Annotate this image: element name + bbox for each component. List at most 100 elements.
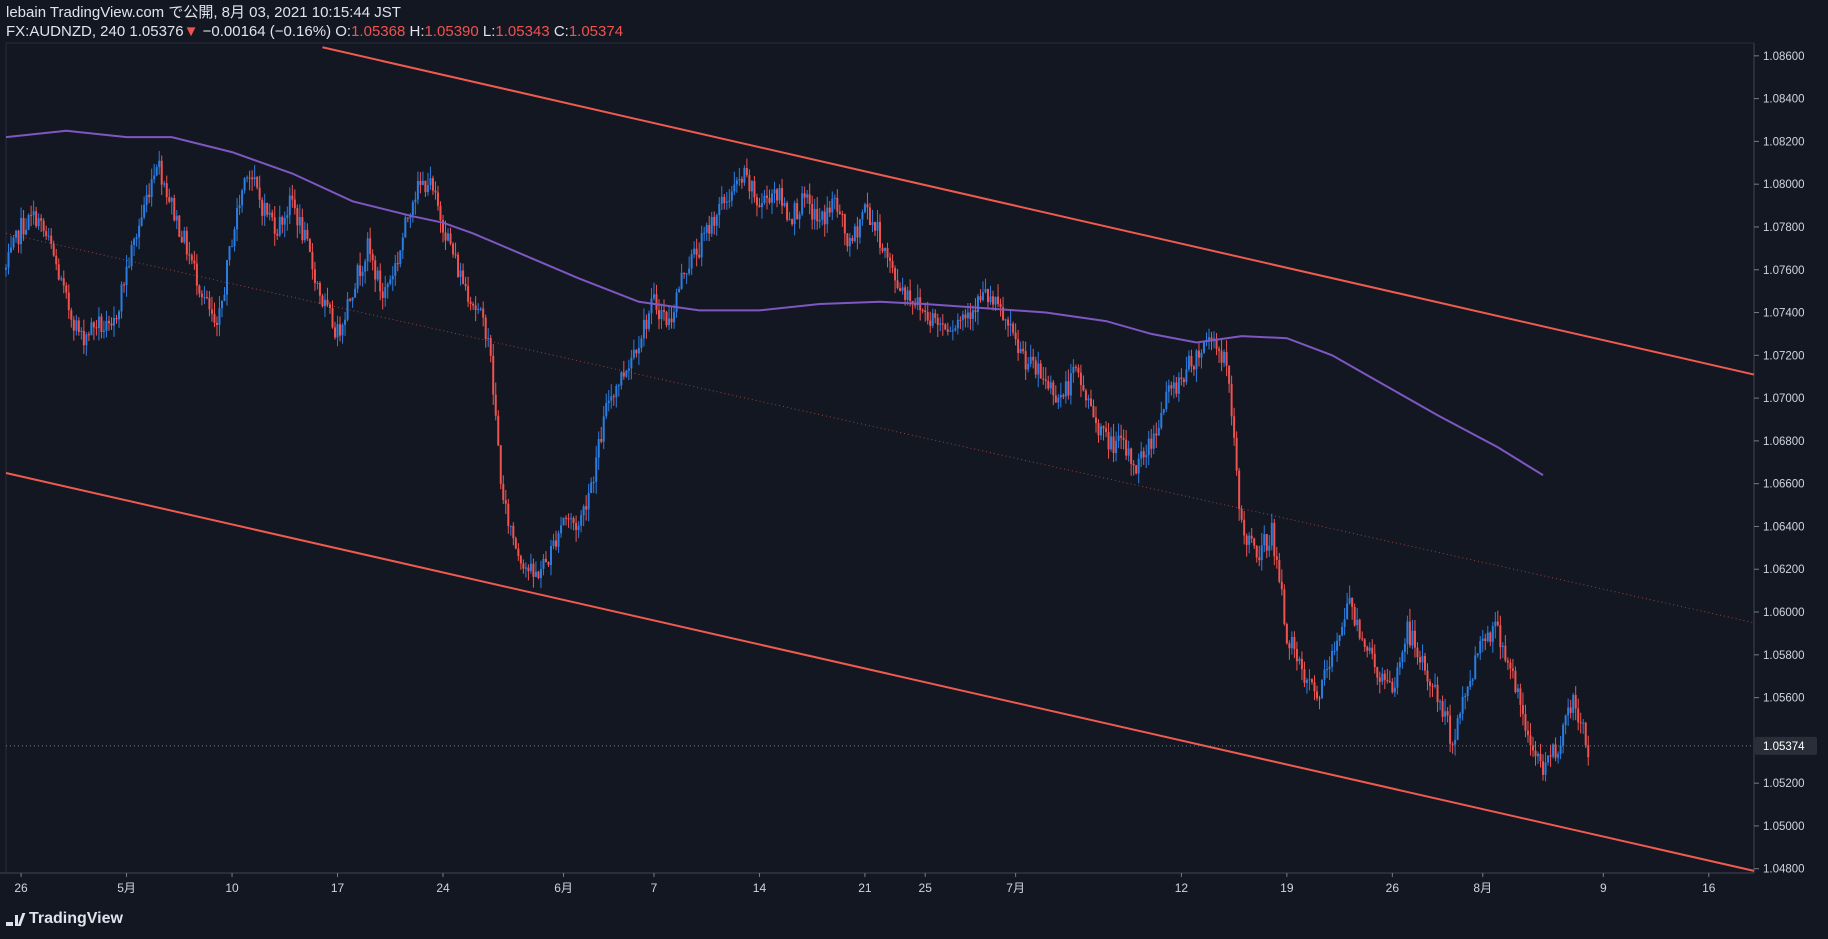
candle-body [1097,423,1100,436]
candle-body [213,313,216,323]
candle-body [102,330,105,333]
price-chart[interactable]: 1.08600 1.08400 1.08200 1.08000 1.07800 1.076… [0,0,1828,939]
candle-body [248,177,251,179]
candle-body [808,194,811,204]
candle-body [740,179,743,183]
candle-body [1386,679,1389,682]
candle-body [469,301,472,304]
candle-body [140,217,143,226]
candle-body [1423,655,1426,671]
candle-body [198,285,201,294]
candle-body [374,260,377,280]
candle-body [1192,366,1195,370]
candle-body [369,238,372,254]
candle-body [1574,694,1577,709]
candle-body [170,197,173,202]
candle-body [1326,669,1329,671]
candle-body [328,304,331,309]
candle-body [906,290,909,300]
candle-body [1579,722,1582,724]
candle-body [1549,755,1552,757]
candle-body [261,199,264,216]
candle-body [311,251,314,270]
candle-body [745,168,748,176]
candle-body [1037,363,1040,375]
candle-body [768,197,771,203]
candle-body [153,175,156,180]
candle-body [673,312,676,323]
candle-body [1509,662,1512,669]
candle-body [1162,409,1165,413]
candle-body [786,203,789,220]
candle-body [185,230,188,255]
candle-body [936,317,939,325]
candle-body [1270,522,1273,546]
candle-body [939,323,942,325]
candle-body [1238,470,1241,509]
candle-body [1265,534,1268,551]
candle-body [1434,684,1437,687]
candle-body [1529,735,1532,746]
candle-body [600,439,603,442]
candle-body [1258,557,1261,561]
candle-body [1499,625,1502,648]
candle-body [251,177,254,180]
candle-body [160,160,163,185]
candle-body [1328,666,1331,670]
candle-body [1100,426,1103,436]
candle-body [188,254,191,256]
candle-body [447,233,450,241]
candle-body [881,247,884,252]
candle-body [1341,626,1344,636]
candle-body [999,304,1002,308]
candle-body [1353,606,1356,626]
candle-body [1426,670,1429,682]
candle-body [868,207,871,226]
candle-body [1496,621,1499,626]
candle-body [434,190,437,193]
candle-body [1489,632,1492,642]
candle-body [195,263,198,286]
candle-body [1331,650,1334,667]
price-tick-label: 1.06000 [1763,607,1805,619]
time-tick-label: 5月 [117,881,136,895]
candle-body [647,313,650,329]
candle-body [585,506,588,510]
channel-upper-line [322,46,1755,376]
candle-body [1007,319,1010,326]
price-tick-label: 1.07800 [1763,222,1805,234]
candle-body [1150,438,1153,449]
price-tick-label: 1.08600 [1763,51,1805,63]
candle-body [1102,426,1105,429]
candle-body [193,260,196,264]
candle-body [856,226,859,238]
candle-body [1436,684,1439,703]
candle-body [793,203,796,225]
candle-body [12,237,15,248]
candle-body [1358,619,1361,639]
candle-body [1074,366,1077,368]
candle-body [728,200,731,202]
candle-body [203,297,206,299]
time-tick-label: 19 [1280,881,1294,895]
candle-body [1557,754,1560,758]
candle-body [1547,755,1550,763]
candle-body [1577,708,1580,723]
tradingview-logo[interactable]: TradingView [6,910,123,928]
candle-body [1484,638,1487,641]
candle-body [263,203,266,216]
candle-body [1361,638,1364,640]
candle-body [1155,433,1158,436]
candle-body [1413,630,1416,648]
candle-body [1459,713,1462,719]
candle-body [7,252,10,268]
candle-body [1228,365,1231,384]
candle-body [228,246,231,261]
candle-body [663,310,666,312]
candle-body [1017,339,1020,354]
candle-body [1534,750,1537,757]
candle-body [1225,352,1228,366]
candle-body [971,310,974,319]
candle-body [133,238,136,246]
candle-body [597,439,600,458]
